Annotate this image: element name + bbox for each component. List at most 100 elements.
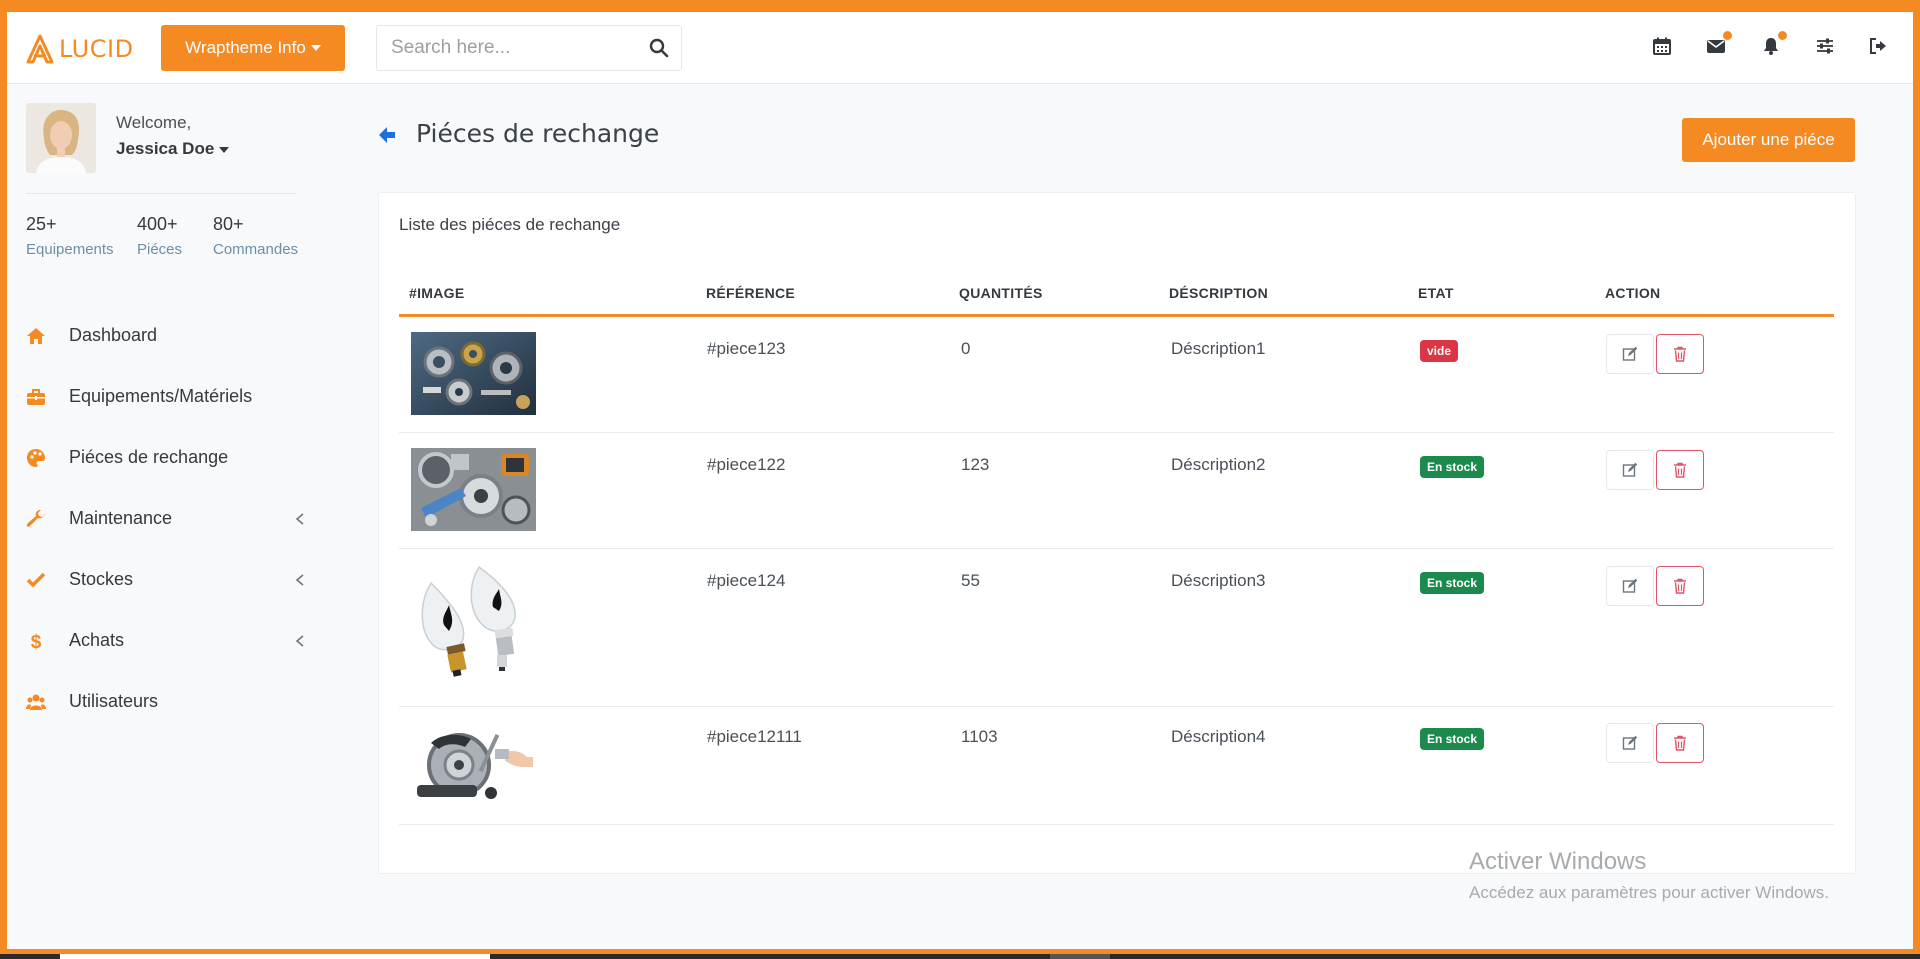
- piece-quantity: 0: [961, 339, 971, 358]
- sidebar-divider: [26, 193, 297, 194]
- column-header-status[interactable]: ETAT: [1418, 285, 1454, 301]
- search-icon[interactable]: [649, 38, 669, 58]
- stat-value: 80+: [213, 214, 244, 234]
- delete-button[interactable]: [1656, 334, 1704, 374]
- window-frame-top: [0, 0, 1920, 12]
- sidebar-item-pieces[interactable]: Piéces de rechange: [7, 427, 307, 488]
- sidebar: Welcome, Jessica Doe 25+ Equipements 400…: [7, 85, 307, 949]
- sidebar-item-dashboard[interactable]: Dashboard: [7, 305, 307, 366]
- page-title: Piéces de rechange: [416, 119, 660, 148]
- stat-commandes: 80+ Commandes: [213, 214, 298, 258]
- stat-label: Piéces: [137, 241, 183, 258]
- sidebar-item-achats[interactable]: $ Achats: [7, 610, 307, 671]
- add-piece-button[interactable]: Ajouter une piéce: [1682, 118, 1855, 162]
- caret-down-icon: [219, 146, 230, 153]
- sidebar-item-label: Utilisateurs: [69, 691, 159, 711]
- search-input[interactable]: [377, 26, 632, 70]
- piece-description: Déscription3: [1171, 571, 1266, 590]
- briefcase-icon: [25, 386, 47, 408]
- piece-description: Déscription4: [1171, 727, 1266, 746]
- sidebar-item-equipements[interactable]: Equipements/Matériels: [7, 366, 307, 427]
- taskbar-strip: [0, 954, 1920, 959]
- table-row: #piece12111 1103 Déscription4 En stock: [399, 707, 1834, 825]
- welcome-text: Welcome,: [116, 113, 192, 132]
- column-header-reference[interactable]: RÉFÉRENCE: [706, 285, 795, 301]
- table-header: #IMAGE RÉFÉRENCE QUANTITÉS DÉSCRIPTION E…: [399, 281, 1834, 317]
- edit-button[interactable]: [1606, 566, 1654, 606]
- delete-button[interactable]: [1656, 723, 1704, 763]
- column-header-description[interactable]: DÉSCRIPTION: [1169, 285, 1268, 301]
- edit-button[interactable]: [1606, 723, 1654, 763]
- stat-label: Equipements: [26, 241, 114, 258]
- card-title: Liste des piéces de rechange: [399, 215, 621, 234]
- sidebar-item-label: Dashboard: [69, 325, 158, 345]
- column-header-image[interactable]: #IMAGE: [409, 285, 464, 301]
- envelope-icon[interactable]: [1706, 31, 1732, 60]
- search-box: [376, 25, 682, 71]
- pieces-table: #IMAGE RÉFÉRENCE QUANTITÉS DÉSCRIPTION E…: [399, 281, 1834, 825]
- piece-reference: #piece123: [707, 339, 786, 358]
- username: Jessica Doe: [116, 139, 215, 158]
- chevron-left-icon: [295, 513, 304, 525]
- bulbs-image: [411, 563, 536, 688]
- status-badge: En stock: [1420, 728, 1485, 750]
- chevron-left-icon: [295, 635, 304, 647]
- status-badge: En stock: [1420, 456, 1485, 478]
- windows-activation-text: Accédez aux paramètres pour activer Wind…: [1469, 883, 1829, 902]
- table-row: #piece123 0 Déscription1 vide: [399, 317, 1834, 433]
- wraptheme-info-dropdown[interactable]: Wraptheme Info: [161, 25, 345, 71]
- column-header-quantity[interactable]: QUANTITÉS: [959, 285, 1043, 301]
- trash-icon: [1674, 462, 1686, 478]
- brand-logo[interactable]: LUCID: [25, 32, 134, 66]
- piece-quantity: 1103: [961, 727, 998, 746]
- stat-value: 400+: [137, 214, 178, 234]
- piece-quantity: 55: [961, 571, 980, 590]
- edit-button[interactable]: [1606, 334, 1654, 374]
- bearings-image: [411, 332, 536, 415]
- sidebar-item-maintenance[interactable]: Maintenance: [7, 488, 307, 549]
- bell-icon[interactable]: [1761, 31, 1787, 60]
- stat-value: 25+: [26, 214, 57, 234]
- home-icon: [25, 325, 47, 347]
- back-arrow-icon[interactable]: [376, 124, 398, 146]
- sidebar-item-utilisateurs[interactable]: Utilisateurs: [7, 671, 307, 732]
- delete-button[interactable]: [1656, 566, 1704, 606]
- edit-button[interactable]: [1606, 450, 1654, 490]
- user-menu-toggle[interactable]: Jessica Doe: [116, 139, 230, 159]
- sidebar-item-label: Stockes: [69, 569, 134, 589]
- edit-icon: [1622, 462, 1638, 477]
- sidebar-item-label: Equipements/Matériels: [69, 386, 253, 406]
- avatar[interactable]: [26, 103, 96, 173]
- dropdown-label: Wraptheme Info: [185, 38, 306, 57]
- piece-description: Déscription2: [1171, 455, 1266, 474]
- edit-icon: [1622, 346, 1638, 361]
- status-badge: vide: [1420, 340, 1459, 362]
- stat-label: Commandes: [213, 241, 299, 258]
- lucid-logo-icon: [26, 34, 54, 64]
- sidebar-item-label: Maintenance: [69, 508, 173, 528]
- engine-parts-image: [411, 448, 536, 531]
- chevron-left-icon: [295, 574, 304, 586]
- piece-reference: #piece122: [707, 455, 786, 474]
- window-frame-right: [1913, 0, 1920, 959]
- column-header-action: ACTION: [1605, 285, 1661, 301]
- top-navbar: LUCID Wraptheme Info: [7, 12, 1913, 84]
- wrench-icon: [25, 508, 47, 530]
- sidebar-item-label: Piéces de rechange: [69, 447, 229, 467]
- svg-text:$: $: [31, 632, 42, 651]
- sliders-icon[interactable]: [1815, 36, 1839, 60]
- notification-dot: [1778, 31, 1787, 40]
- check-icon: [25, 569, 47, 591]
- window-frame-left: [0, 0, 7, 959]
- delete-button[interactable]: [1656, 450, 1704, 490]
- piece-reference: #piece12111: [707, 727, 802, 746]
- sidebar-item-stockes[interactable]: Stockes: [7, 549, 307, 610]
- sidebar-item-label: Achats: [69, 630, 125, 650]
- sign-out-icon[interactable]: [1868, 36, 1892, 60]
- notification-dot: [1723, 31, 1732, 40]
- stat-equipements: 25+ Equipements: [26, 214, 114, 258]
- edit-icon: [1622, 735, 1638, 750]
- palette-icon: [25, 447, 47, 469]
- piece-quantity: 123: [961, 455, 990, 474]
- calendar-icon[interactable]: [1652, 36, 1676, 60]
